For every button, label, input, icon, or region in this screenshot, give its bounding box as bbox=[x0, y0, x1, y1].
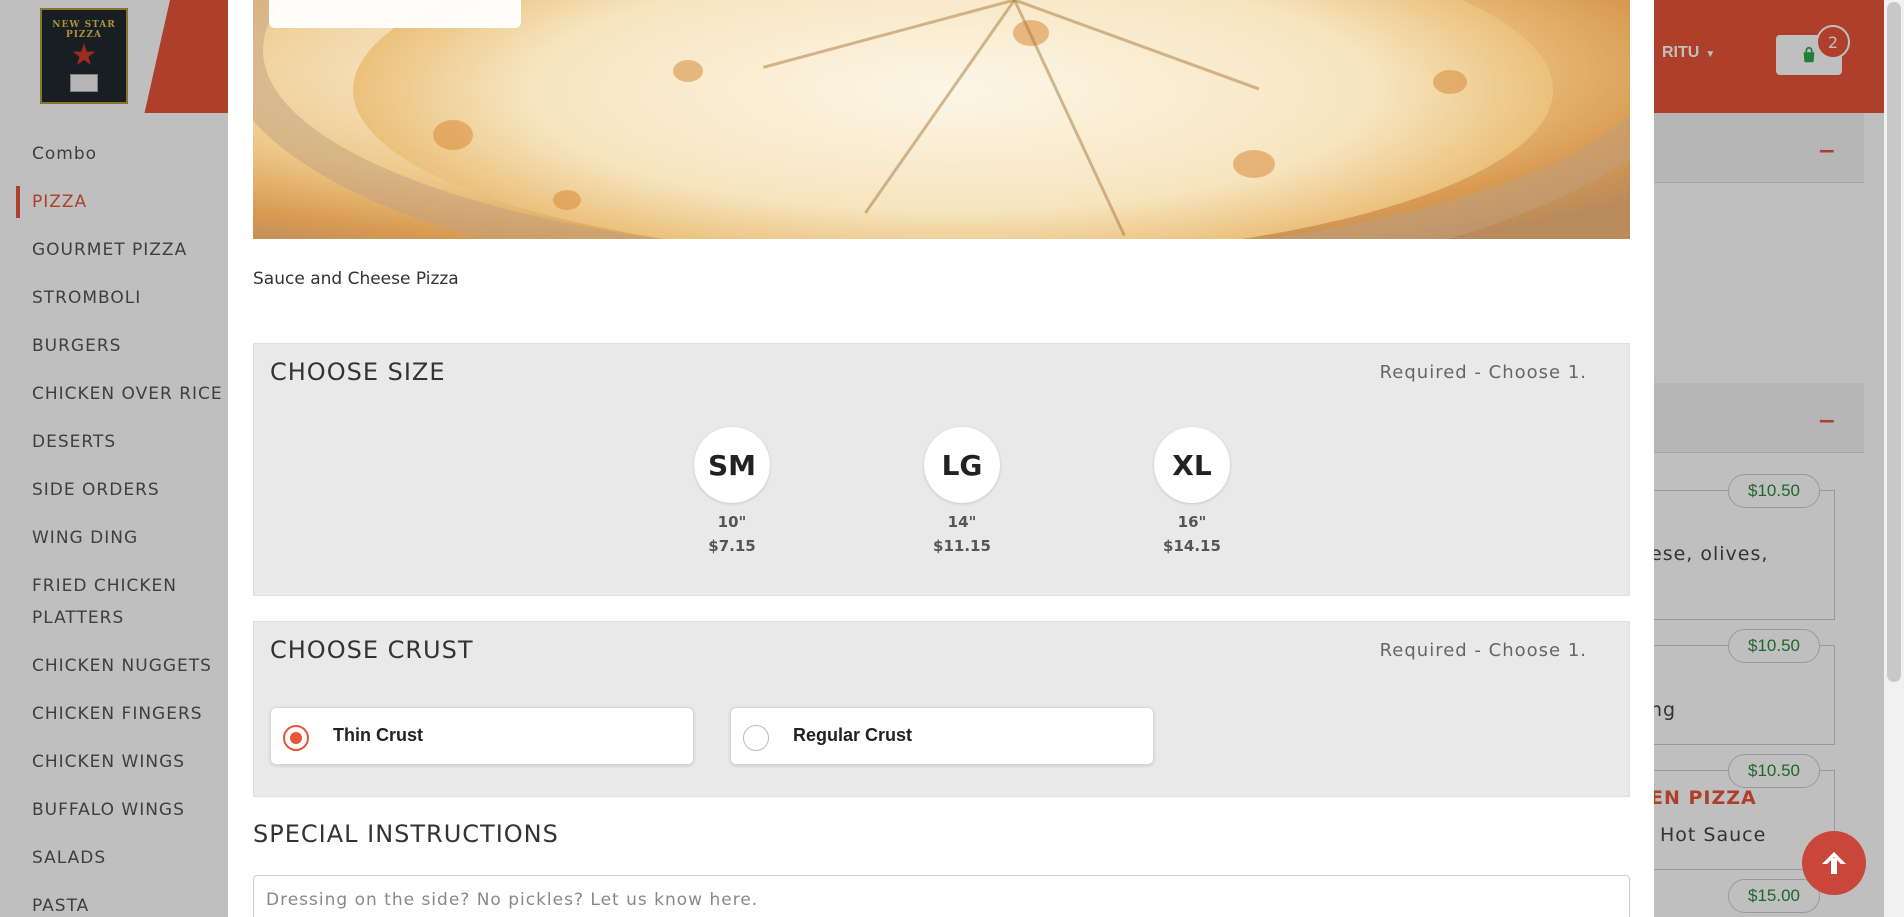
size-group-title: CHOOSE SIZE bbox=[270, 358, 446, 386]
crust-label: Regular Crust bbox=[793, 725, 913, 745]
special-instructions-title: SPECIAL INSTRUCTIONS bbox=[253, 820, 559, 848]
size-inches: 10" bbox=[717, 513, 747, 531]
item-description: Sauce and Cheese Pizza bbox=[253, 269, 459, 289]
crust-option-thin[interactable]: Thin Crust bbox=[270, 707, 694, 765]
cheese-spot bbox=[673, 60, 703, 82]
crust-group-title: CHOOSE CRUST bbox=[270, 636, 474, 664]
size-price: $14.15 bbox=[1163, 537, 1221, 555]
scrollbar-thumb[interactable] bbox=[1887, 2, 1901, 682]
crust-option-group: CHOOSE CRUST Required - Choose 1. Thin C… bbox=[253, 621, 1630, 797]
crust-group-requirement: Required - Choose 1. bbox=[1379, 640, 1587, 661]
item-image bbox=[253, 0, 1630, 239]
radio-button-checked[interactable] bbox=[283, 725, 309, 751]
size-option-group: CHOOSE SIZE Required - Choose 1. SM 10" … bbox=[253, 343, 1630, 596]
size-option-sm[interactable]: SM 10" $7.15 bbox=[672, 427, 792, 555]
special-instructions-input[interactable] bbox=[253, 875, 1630, 917]
cheese-spot bbox=[1233, 150, 1275, 178]
crust-label: Thin Crust bbox=[333, 725, 423, 745]
cheese-spot bbox=[433, 120, 473, 150]
size-option-lg[interactable]: LG 14" $11.15 bbox=[902, 427, 1022, 555]
image-caption-tab bbox=[269, 0, 521, 28]
size-option-xl[interactable]: XL 16" $14.15 bbox=[1132, 427, 1252, 555]
size-price: $11.15 bbox=[933, 537, 991, 555]
size-price: $7.15 bbox=[708, 537, 756, 555]
scroll-to-top-button[interactable] bbox=[1802, 831, 1866, 895]
radio-button[interactable] bbox=[743, 725, 769, 751]
pizza-cheese bbox=[353, 0, 1553, 239]
crust-option-regular[interactable]: Regular Crust bbox=[730, 707, 1154, 765]
size-code: SM bbox=[694, 427, 770, 503]
size-inches: 14" bbox=[947, 513, 977, 531]
size-code: LG bbox=[924, 427, 1000, 503]
item-options-modal: Sauce and Cheese Pizza CHOOSE SIZE Requi… bbox=[228, 0, 1654, 917]
cheese-spot bbox=[1433, 70, 1467, 94]
cheese-spot bbox=[553, 190, 581, 210]
page-scrollbar[interactable] bbox=[1884, 0, 1904, 917]
size-group-requirement: Required - Choose 1. bbox=[1379, 362, 1587, 383]
size-inches: 16" bbox=[1177, 513, 1207, 531]
arrow-up-icon bbox=[1822, 852, 1846, 874]
size-code: XL bbox=[1154, 427, 1230, 503]
